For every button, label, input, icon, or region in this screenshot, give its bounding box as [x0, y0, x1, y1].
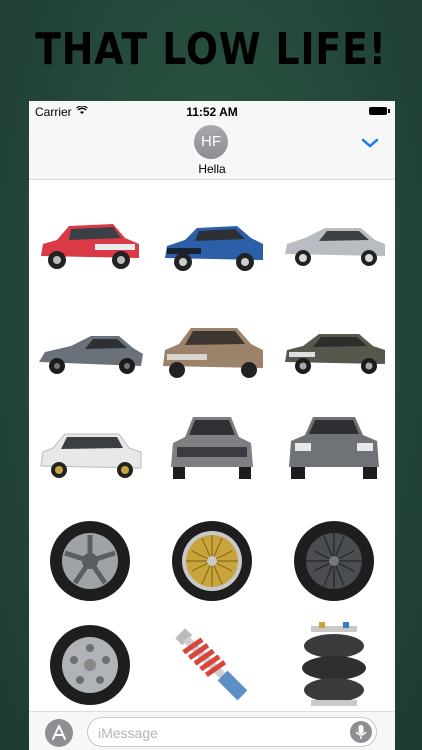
message-input[interactable]: iMessage	[87, 717, 377, 747]
dark-gray-sedan-sticker[interactable]	[279, 308, 389, 398]
gray-sedan-front-sticker[interactable]	[157, 402, 267, 492]
app-store-button[interactable]	[45, 719, 73, 747]
gray-sports-car-sticker[interactable]	[35, 308, 145, 398]
gold-mesh-wheel-sticker[interactable]	[157, 516, 267, 606]
status-bar: Carrier 11:52 AM	[29, 101, 395, 123]
clock: 11:52 AM	[186, 105, 238, 119]
coilover-sticker[interactable]	[157, 620, 267, 710]
composer-bar: iMessage	[29, 711, 395, 750]
chevron-down-icon[interactable]	[361, 137, 379, 149]
silver-wheel-sticker[interactable]	[35, 620, 145, 710]
mic-button[interactable]	[350, 721, 372, 743]
conversation-header: HF Hella	[29, 123, 395, 180]
phone-screen: Carrier 11:52 AM HF Hella iMessage	[29, 101, 395, 750]
bronze-sedan-sticker[interactable]	[157, 308, 267, 398]
spoke-wheel-sticker[interactable]	[35, 516, 145, 606]
air-suspension-sticker[interactable]	[279, 620, 389, 710]
avatar[interactable]: HF	[194, 125, 228, 159]
silver-hatchback-sticker[interactable]	[279, 204, 389, 294]
sticker-grid	[29, 180, 395, 710]
message-placeholder: iMessage	[98, 725, 158, 741]
dark-mesh-wheel-sticker[interactable]	[279, 516, 389, 606]
white-wagon-sticker[interactable]	[35, 412, 145, 502]
battery-icon	[369, 107, 390, 115]
app-store-icon	[52, 725, 66, 740]
headline: THAT LOW LIFE!	[35, 24, 387, 75]
blue-coupe-sticker[interactable]	[157, 204, 267, 294]
contact-name[interactable]: Hella	[29, 162, 395, 176]
red-hatchback-sticker[interactable]	[35, 204, 145, 294]
gray-sedan-rear-sticker[interactable]	[279, 402, 389, 492]
microphone-icon	[355, 725, 367, 739]
